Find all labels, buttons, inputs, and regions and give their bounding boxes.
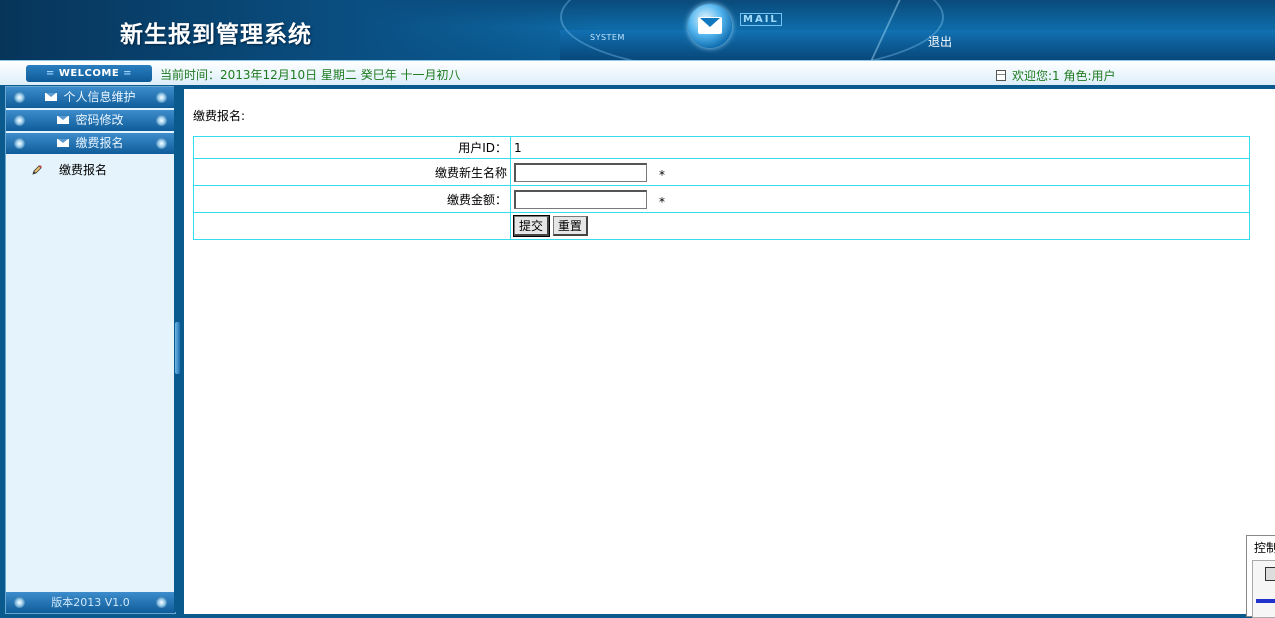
form-row-user-id: 用户ID： 1 [193, 136, 1250, 159]
envelope-icon [57, 116, 70, 124]
envelope-icon [57, 139, 70, 147]
knob-icon [14, 597, 25, 608]
payment-form: 用户ID： 1 缴费新生名称 * 缴费金额： * 提交 重置 [193, 136, 1250, 240]
sidebar: 个人信息维护 密码修改 缴费报名 缴费报名 版本2013 V1.0 [5, 86, 176, 614]
logout-link[interactable]: 退出 [928, 33, 952, 50]
user-id-value: 1 [510, 136, 1250, 159]
amount-label: 缴费金额： [193, 185, 511, 213]
sidebar-menu-password[interactable]: 密码修改 [6, 110, 175, 131]
app-title: 新生报到管理系统 [120, 21, 312, 48]
form-row-student-name: 缴费新生名称 * [193, 158, 1250, 186]
sidebar-menu-payment[interactable]: 缴费报名 [6, 133, 175, 154]
sidebar-menu-label: 密码修改 [75, 113, 124, 127]
page-title: 缴费报名: [193, 109, 246, 123]
knob-icon [14, 138, 25, 149]
required-mark: * [659, 167, 665, 182]
sidebar-menu-personal-info[interactable]: 个人信息维护 [6, 87, 175, 108]
version-text: 版本2013 V1.0 [51, 596, 130, 609]
student-name-input[interactable] [514, 162, 647, 182]
envelope-icon [45, 93, 58, 101]
welcome-dash-left: = [45, 68, 55, 79]
welcome-bar: = WELCOME = 当前时间：2013年12月10日 星期二 癸巳年 十一月初八… [0, 60, 1275, 85]
required-mark: * [659, 194, 665, 209]
sidebar-item-payment[interactable]: 缴费报名 [6, 159, 175, 181]
control-bar [1256, 599, 1275, 603]
user-info-text: 欢迎您:1 角色:用户 [1012, 69, 1116, 83]
main-content: 缴费报名: 用户ID： 1 缴费新生名称 * 缴费金额： * 提交 重置 [184, 86, 1275, 614]
sidebar-menu-label: 个人信息维护 [63, 90, 136, 104]
splitter[interactable] [174, 86, 183, 612]
knob-icon [14, 115, 25, 126]
actions-cell: 提交 重置 [510, 212, 1250, 240]
play-icon[interactable] [1265, 567, 1275, 581]
reset-button[interactable]: 重置 [552, 216, 588, 236]
mail-logo-icon [688, 4, 732, 48]
form-row-amount: 缴费金额： * [193, 185, 1250, 213]
knob-icon [156, 115, 167, 126]
submit-button[interactable]: 提交 [512, 215, 551, 237]
knob-icon [156, 138, 167, 149]
empty-cell [193, 212, 511, 240]
version-bar: 版本2013 V1.0 [6, 592, 175, 613]
pencil-icon [32, 165, 42, 175]
document-icon [996, 70, 1006, 81]
control-panel-body [1252, 560, 1275, 618]
amount-input[interactable] [514, 189, 647, 209]
current-time: 当前时间：2013年12月10日 星期二 癸巳年 十一月初八 [160, 68, 461, 82]
welcome-text: WELCOME [58, 68, 120, 79]
knob-icon [14, 92, 25, 103]
welcome-badge: = WELCOME = [26, 65, 152, 82]
student-name-label: 缴费新生名称 [193, 158, 511, 186]
form-row-actions: 提交 重置 [193, 212, 1250, 240]
user-id-label: 用户ID： [193, 136, 511, 159]
knob-icon [156, 92, 167, 103]
control-panel: 控制 [1246, 535, 1275, 618]
sidebar-item-label: 缴费报名 [59, 163, 108, 177]
student-name-cell: * [510, 158, 1250, 186]
knob-icon [156, 597, 167, 608]
amount-cell: * [510, 185, 1250, 213]
welcome-dash-right: = [123, 68, 133, 79]
sidebar-menu-label: 缴费报名 [75, 136, 124, 150]
top-header: 新生报到管理系统 SYSTEM MAIL 退出 [0, 0, 1275, 60]
splitter-grip-handle[interactable] [175, 322, 180, 374]
mail-label: MAIL [740, 13, 782, 26]
system-label: SYSTEM [590, 33, 625, 42]
user-info: 欢迎您:1 角色:用户 [996, 67, 1116, 84]
control-panel-label: 控制 [1254, 541, 1275, 555]
